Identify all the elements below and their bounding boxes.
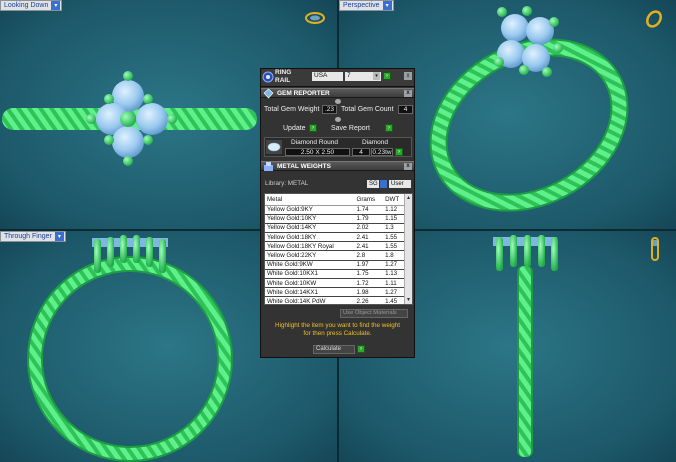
cell-grams: 1.98 xyxy=(354,287,384,298)
cell-metal: White Gold:14K PdW xyxy=(265,296,355,304)
ring-country-select[interactable]: USA xyxy=(312,72,343,81)
cell-dwt: 1.3 xyxy=(383,223,406,234)
calculate-button[interactable]: › xyxy=(357,345,365,353)
total-gem-weight-value: .23 xyxy=(322,105,337,114)
cell-dwt: 1.45 xyxy=(383,296,406,304)
gem-material: Diamond xyxy=(362,139,389,146)
size-dropdown-arrow-icon[interactable]: ▾ xyxy=(373,72,380,80)
gem-reporter-close-icon[interactable]: x xyxy=(404,90,412,97)
update-button[interactable]: › xyxy=(309,124,317,132)
gem-list-collapse-icon[interactable] xyxy=(335,117,341,122)
table-row[interactable]: White Gold:14KX1 1.98 1.27 xyxy=(265,287,406,298)
cell-metal: White Gold:10KX1 xyxy=(265,269,355,280)
cell-grams: 1.79 xyxy=(354,214,384,224)
col-header-grams[interactable]: Grams xyxy=(354,194,384,206)
scroll-down-icon[interactable]: ▾ xyxy=(405,296,412,304)
cell-grams: 1.75 xyxy=(354,269,384,280)
table-row[interactable]: Yellow Gold:22KY 2.8 1.8 xyxy=(265,250,406,261)
cell-dwt: 1.55 xyxy=(383,241,406,252)
cell-grams: 2.41 xyxy=(354,241,384,252)
cell-dwt: 1.27 xyxy=(383,287,406,298)
cell-dwt: 1.11 xyxy=(383,278,406,289)
calculate-hint: Highlight the item you want to find the … xyxy=(275,322,400,337)
gem-count: 4 xyxy=(352,148,370,156)
cell-metal: Yellow Gold:10KY xyxy=(265,214,355,224)
diamond-round-icon xyxy=(266,140,282,154)
total-gem-count-label: Total Gem Count xyxy=(341,106,394,113)
table-row[interactable]: White Gold:10KW 1.72 1.11 xyxy=(265,278,406,289)
metal-weights-table[interactable]: Metal Grams DWT Yellow Gold:9KY 1.74 1.12 Y… xyxy=(264,193,413,305)
cell-grams: 2.26 xyxy=(354,296,384,304)
cell-metal: White Gold:10KW xyxy=(265,278,355,289)
table-header-row: Metal Grams DWT xyxy=(265,194,406,206)
table-row[interactable]: Yellow Gold:10KY 1.79 1.15 xyxy=(265,214,406,224)
col-header-dwt[interactable]: DWT xyxy=(383,194,406,206)
metal-weights-header[interactable]: METAL WEIGHTS x xyxy=(261,161,414,171)
cell-dwt: 1.8 xyxy=(383,250,406,261)
scroll-up-icon[interactable]: ▴ xyxy=(405,194,412,202)
ring-size-select[interactable]: 7 ▾ xyxy=(345,72,381,81)
gem-weight: 0.23tw xyxy=(371,148,393,156)
table-row[interactable]: White Gold:10KX1 1.75 1.13 xyxy=(265,269,406,280)
use-object-materials-button[interactable]: Use Object Materials xyxy=(340,309,408,318)
cell-dwt: 1.13 xyxy=(383,269,406,280)
gem-reporter-collapse-icon[interactable] xyxy=(335,99,341,104)
sg-toggle-indicator-icon[interactable] xyxy=(380,180,387,188)
ring-rail-icon xyxy=(262,71,274,83)
ring-rail-row: RING RAIL USA 7 ▾ › x xyxy=(261,69,414,87)
cell-metal: Yellow Gold:18KY xyxy=(265,232,355,243)
ring-rail-close-icon[interactable]: x xyxy=(404,72,412,80)
save-report-label: Save Report xyxy=(331,125,370,132)
metal-weights-icon xyxy=(264,162,273,171)
calculate-label: Calculate xyxy=(313,345,355,354)
ring-rail-apply-button[interactable]: › xyxy=(383,72,391,80)
col-header-metal[interactable]: Metal xyxy=(265,194,355,206)
table-row[interactable]: Yellow Gold:14KY 2.02 1.3 xyxy=(265,223,406,234)
cell-grams: 2.8 xyxy=(354,250,384,261)
total-gem-weight-label: Total Gem Weight xyxy=(264,106,320,113)
cell-dwt: 1.12 xyxy=(383,205,406,215)
cell-grams: 2.02 xyxy=(354,223,384,234)
gem-select-button[interactable]: › xyxy=(395,148,403,156)
user-library-select[interactable]: User xyxy=(389,180,411,188)
gem-reporter-header[interactable]: GEM REPORTER x xyxy=(261,88,414,99)
table-row[interactable]: Yellow Gold:18KY Royal 2.41 1.55 xyxy=(265,241,406,252)
table-row[interactable]: White Gold:9KW 1.97 1.27 xyxy=(265,260,406,270)
ring-rail-title: RING RAIL xyxy=(275,69,292,84)
table-scrollbar[interactable]: ▴ ▾ xyxy=(404,194,412,304)
metal-weights-close-icon[interactable]: x xyxy=(404,163,412,170)
table-row[interactable]: White Gold:14K PdW 2.26 1.45 xyxy=(265,296,406,304)
cell-metal: White Gold:14KX1 xyxy=(265,287,355,298)
save-report-button[interactable]: › xyxy=(385,124,393,132)
gem-name: Diamond Round xyxy=(291,139,338,146)
library-label: Library: METAL xyxy=(265,180,309,187)
total-gem-count-value: 4 xyxy=(398,105,413,114)
cell-dwt: 1.55 xyxy=(383,232,406,243)
cell-metal: Yellow Gold:9KY xyxy=(265,205,355,215)
cell-dwt: 1.27 xyxy=(383,260,406,270)
gem-list-row[interactable]: Diamond Round 2.50 X 2.50 Diamond 4 0.23… xyxy=(264,137,412,157)
table-row[interactable]: Yellow Gold:9KY 1.74 1.12 xyxy=(265,205,406,215)
cell-dwt: 1.15 xyxy=(383,214,406,224)
update-label: Update xyxy=(283,125,306,132)
cell-grams: 1.72 xyxy=(354,278,384,289)
gem-size: 2.50 X 2.50 xyxy=(285,148,350,156)
cell-metal: Yellow Gold:22KY xyxy=(265,250,355,261)
cell-grams: 2.41 xyxy=(354,232,384,243)
sg-toggle[interactable]: SG xyxy=(367,180,379,188)
cell-grams: 1.97 xyxy=(354,260,384,270)
cell-metal: Yellow Gold:14KY xyxy=(265,223,355,234)
gem-reporter-icon xyxy=(263,88,274,99)
cell-metal: White Gold:9KW xyxy=(265,260,355,270)
cell-grams: 1.74 xyxy=(354,205,384,215)
tool-panel: RING RAIL USA 7 ▾ › x GEM REPORTER x Tot… xyxy=(260,68,415,358)
table-row[interactable]: Yellow Gold:18KY 2.41 1.55 xyxy=(265,232,406,243)
cell-metal: Yellow Gold:18KY Royal xyxy=(265,241,355,252)
